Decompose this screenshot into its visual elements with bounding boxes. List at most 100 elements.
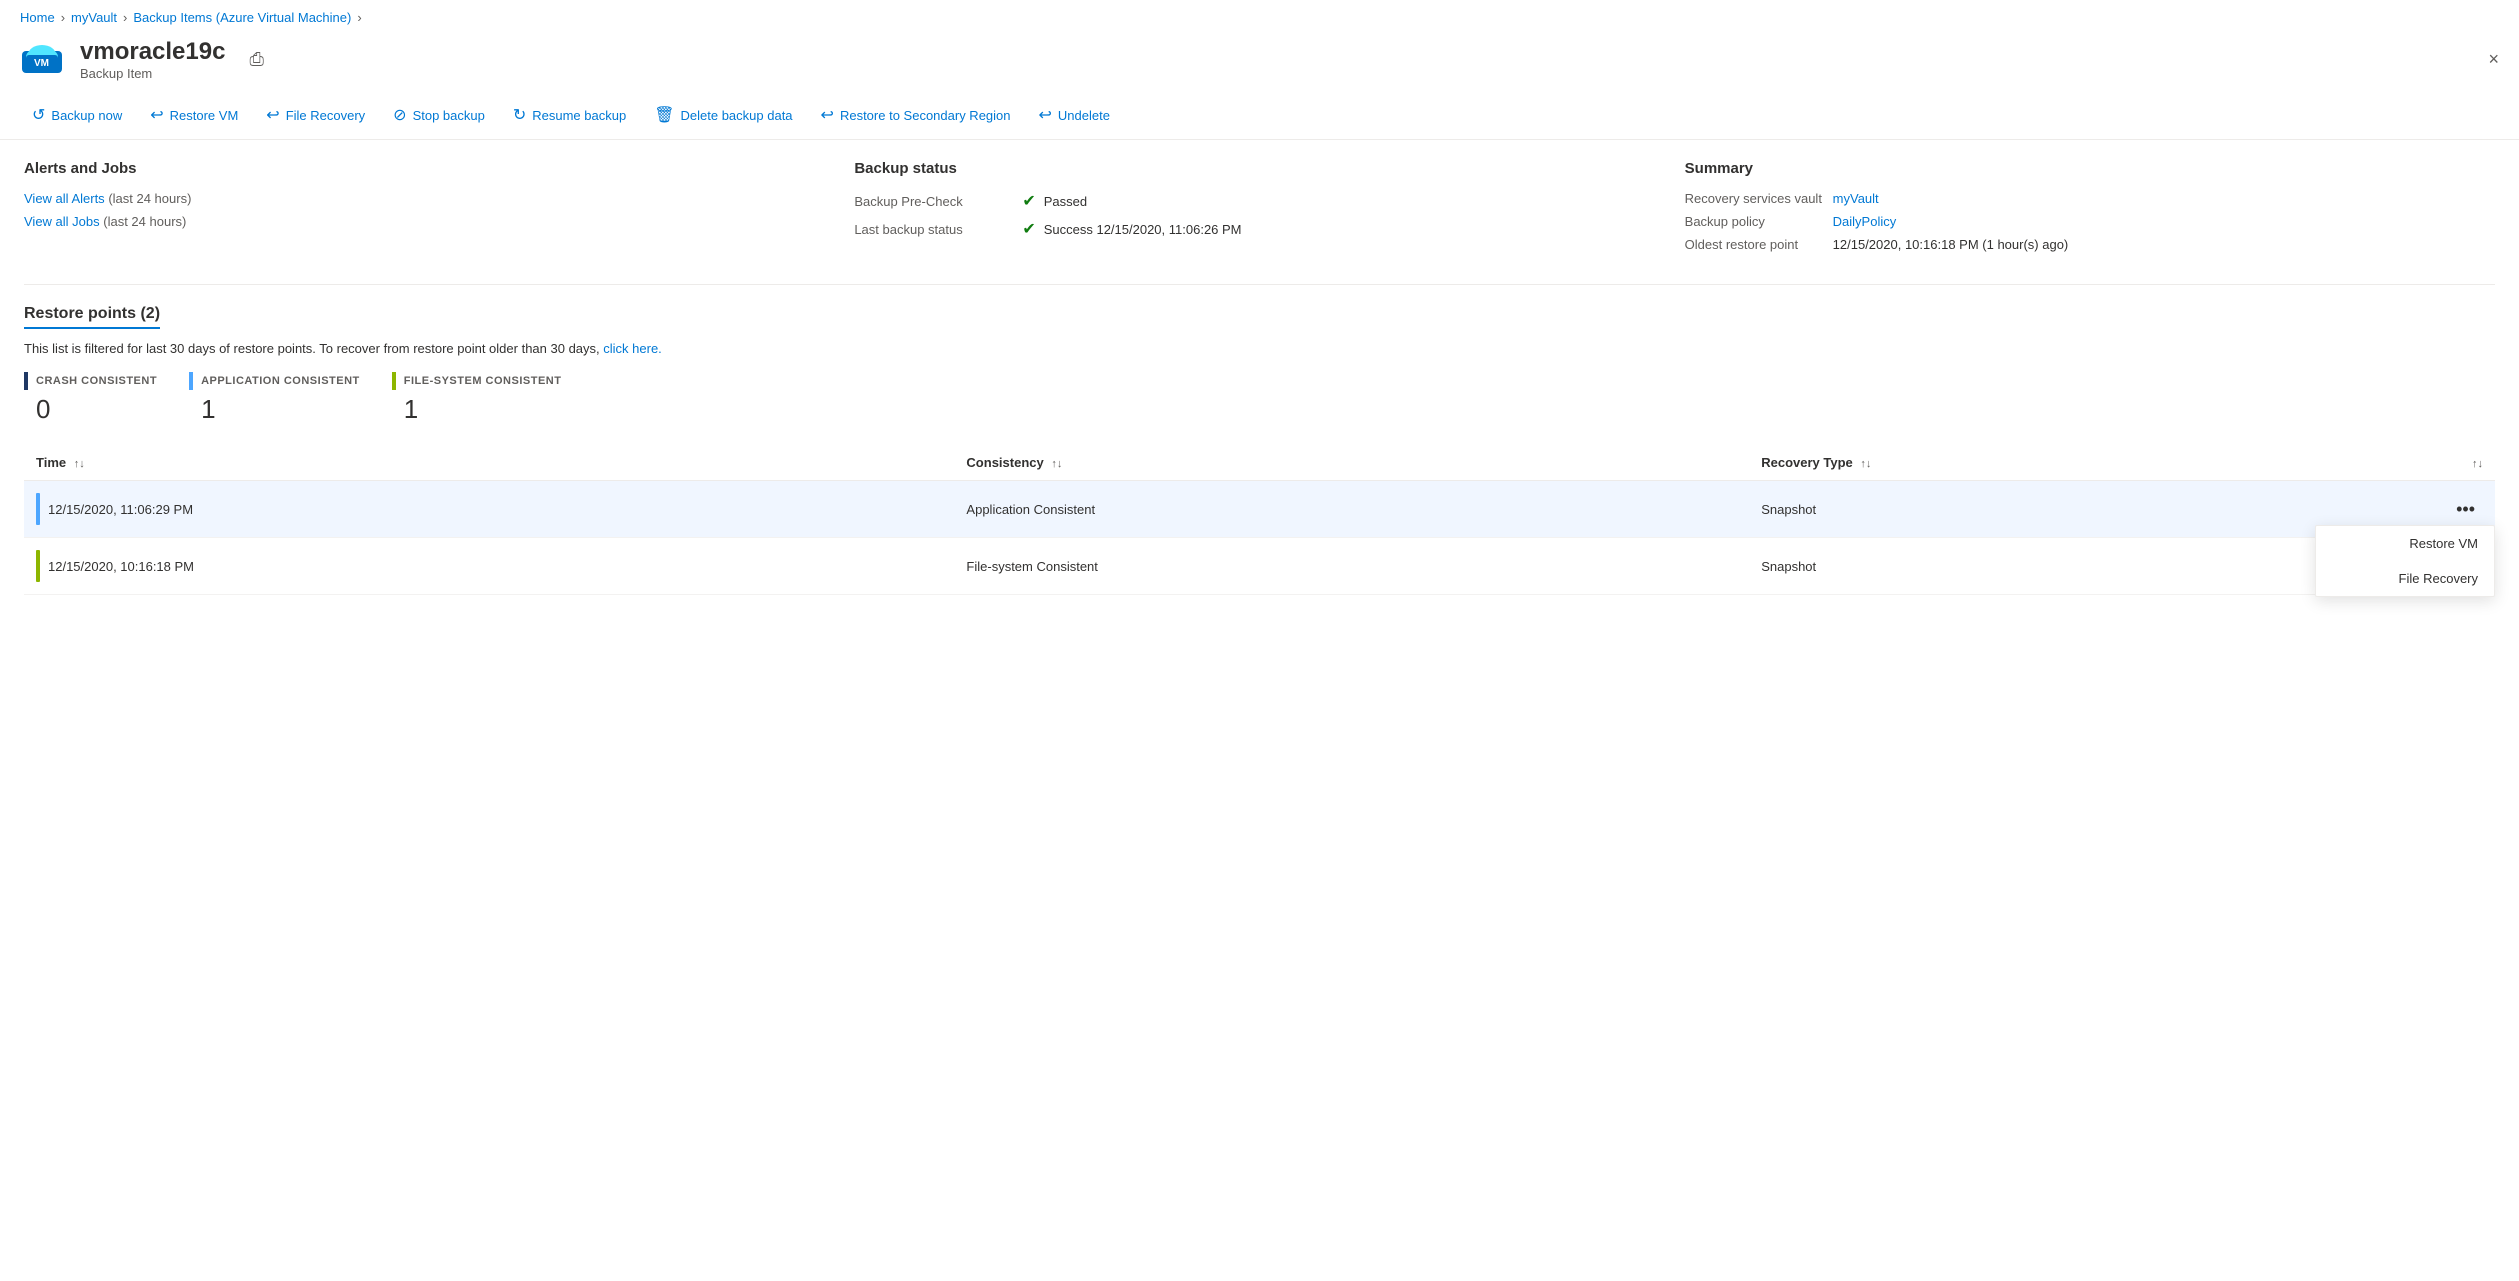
fs-consistent-label: FILE-SYSTEM CONSISTENT [404, 375, 562, 387]
section-divider [24, 284, 2495, 285]
col-consistency: Consistency ↑↓ [954, 445, 1749, 481]
backup-status-section: Backup status Backup Pre-Check ✔ Passed … [854, 160, 1664, 260]
resume-backup-label: Resume backup [532, 108, 626, 123]
table-row[interactable]: 12/15/2020, 10:16:18 PM File-system Cons… [24, 538, 2495, 595]
undelete-button[interactable]: ↩ Undelete [1027, 99, 1122, 131]
restore-points-title: Restore points (2) [24, 305, 160, 329]
resume-backup-icon: ↻ [513, 105, 526, 125]
app-consistent-bar [189, 372, 193, 390]
stop-backup-button[interactable]: ⊘ Stop backup [381, 99, 497, 131]
restore-secondary-button[interactable]: ↩ Restore to Secondary Region [809, 99, 1023, 131]
restore-vm-icon: ↩ [150, 105, 163, 125]
vault-link[interactable]: myVault [1833, 191, 1879, 206]
crash-consistent-legend: CRASH CONSISTENT 0 [24, 372, 157, 425]
row2-time: 12/15/2020, 10:16:18 PM [24, 538, 954, 595]
view-all-alerts-link[interactable]: View all Alerts (last 24 hours) [24, 191, 834, 206]
ctx-file-recovery[interactable]: File Recovery [2316, 561, 2494, 596]
resume-backup-button[interactable]: ↻ Resume backup [501, 99, 638, 131]
backup-now-label: Backup now [51, 108, 122, 123]
oldest-restore-value: 12/15/2020, 10:16:18 PM (1 hour(s) ago) [1833, 237, 2069, 252]
vault-row: Recovery services vault myVault [1685, 191, 2495, 206]
breadcrumb: Home › myVault › Backup Items (Azure Vir… [0, 0, 2519, 31]
backup-precheck-row: Backup Pre-Check ✔ Passed [854, 191, 1664, 211]
view-all-jobs-link[interactable]: View all Jobs (last 24 hours) [24, 214, 834, 229]
oldest-restore-row: Oldest restore point 12/15/2020, 10:16:1… [1685, 237, 2495, 252]
restore-points-table: Time ↑↓ Consistency ↑↓ Recovery Type ↑↓ [24, 445, 2495, 595]
undelete-label: Undelete [1058, 108, 1110, 123]
vault-label: Recovery services vault [1685, 191, 1825, 206]
close-button[interactable]: × [2488, 49, 2499, 70]
restore-vm-label: Restore VM [170, 108, 239, 123]
alerts-jobs-title: Alerts and Jobs [24, 160, 834, 177]
vm-name: vmoracle19c [80, 38, 225, 66]
azure-vm-icon: VM [20, 37, 64, 81]
app-consistent-count: 1 [189, 394, 360, 425]
backup-precheck-label: Backup Pre-Check [854, 194, 1014, 209]
backup-status-title: Backup status [854, 160, 1664, 177]
page-header: VM vmoracle19c Backup Item ⎙ × [0, 31, 2519, 91]
undelete-icon: ↩ [1039, 105, 1052, 125]
stop-backup-label: Stop backup [413, 108, 485, 123]
main-content: Alerts and Jobs View all Alerts (last 24… [0, 140, 2519, 615]
click-here-link[interactable]: click here. [603, 341, 662, 356]
backup-now-button[interactable]: ↺ Backup now [20, 99, 134, 131]
row1-consistency: Application Consistent [954, 481, 1749, 538]
sort-recovery-icon[interactable]: ↑↓ [1860, 458, 1871, 470]
crash-consistent-bar [24, 372, 28, 390]
restore-points-table-container: Time ↑↓ Consistency ↑↓ Recovery Type ↑↓ [24, 445, 2495, 595]
crash-consistent-count: 0 [24, 394, 157, 425]
stop-backup-icon: ⊘ [393, 105, 406, 125]
summary-section: Summary Recovery services vault myVault … [1685, 160, 2495, 260]
svg-text:VM: VM [34, 58, 49, 69]
col-time: Time ↑↓ [24, 445, 954, 481]
print-icon[interactable]: ⎙ [249, 49, 263, 70]
policy-label: Backup policy [1685, 214, 1825, 229]
row1-more-button[interactable]: ••• [2448, 495, 2483, 524]
oldest-restore-label: Oldest restore point [1685, 237, 1825, 252]
table-body: 12/15/2020, 11:06:29 PM Application Cons… [24, 481, 2495, 595]
sort-actions-icon[interactable]: ↑↓ [2472, 458, 2483, 470]
crash-consistent-label: CRASH CONSISTENT [36, 375, 157, 387]
row1-actions: ••• Restore VM File Recovery [2435, 481, 2495, 538]
row1-indicator [36, 493, 40, 525]
backup-now-icon: ↺ [32, 105, 45, 125]
breadcrumb-myvault[interactable]: myVault [71, 10, 117, 25]
fs-consistent-bar [392, 372, 396, 390]
delete-backup-button[interactable]: 🗑 Delete backup data [642, 99, 804, 131]
row2-indicator [36, 550, 40, 582]
restore-points-section: Restore points (2) This list is filtered… [24, 305, 2495, 595]
breadcrumb-home[interactable]: Home [20, 10, 55, 25]
restore-vm-button[interactable]: ↩ Restore VM [138, 99, 250, 131]
backup-precheck-icon: ✔ [1022, 191, 1035, 211]
delete-backup-label: Delete backup data [681, 108, 793, 123]
file-recovery-label: File Recovery [286, 108, 365, 123]
breadcrumb-backup-items[interactable]: Backup Items (Azure Virtual Machine) [133, 10, 351, 25]
policy-link[interactable]: DailyPolicy [1833, 214, 1897, 229]
filter-text: This list is filtered for last 30 days o… [24, 341, 2495, 356]
consistency-legend: CRASH CONSISTENT 0 APPLICATION CONSISTEN… [24, 372, 2495, 425]
row1-time: 12/15/2020, 11:06:29 PM [24, 481, 954, 538]
vm-subtitle: Backup Item [80, 66, 225, 81]
summary-title: Summary [1685, 160, 2495, 177]
col-recovery-type: Recovery Type ↑↓ [1749, 445, 2435, 481]
info-grid: Alerts and Jobs View all Alerts (last 24… [24, 160, 2495, 260]
header-title-group: vmoracle19c Backup Item [80, 38, 225, 81]
restore-secondary-label: Restore to Secondary Region [840, 108, 1011, 123]
context-menu: Restore VM File Recovery [2315, 525, 2495, 597]
last-backup-label: Last backup status [854, 222, 1014, 237]
last-backup-status: Success 12/15/2020, 11:06:26 PM [1044, 222, 1242, 237]
file-recovery-button[interactable]: ↩ File Recovery [254, 99, 377, 131]
policy-row: Backup policy DailyPolicy [1685, 214, 2495, 229]
backup-precheck-status: Passed [1044, 194, 1087, 209]
sort-time-icon[interactable]: ↑↓ [74, 458, 85, 470]
toolbar: ↺ Backup now ↩ Restore VM ↩ File Recover… [0, 91, 2519, 140]
last-backup-icon: ✔ [1022, 219, 1035, 239]
sort-consistency-icon[interactable]: ↑↓ [1051, 458, 1062, 470]
table-row[interactable]: 12/15/2020, 11:06:29 PM Application Cons… [24, 481, 2495, 538]
last-backup-row: Last backup status ✔ Success 12/15/2020,… [854, 219, 1664, 239]
col-actions: ↑↓ [2435, 445, 2495, 481]
ctx-restore-vm[interactable]: Restore VM [2316, 526, 2494, 561]
app-consistent-legend: APPLICATION CONSISTENT 1 [189, 372, 360, 425]
file-recovery-icon: ↩ [266, 105, 279, 125]
delete-backup-icon: 🗑 [654, 105, 674, 125]
